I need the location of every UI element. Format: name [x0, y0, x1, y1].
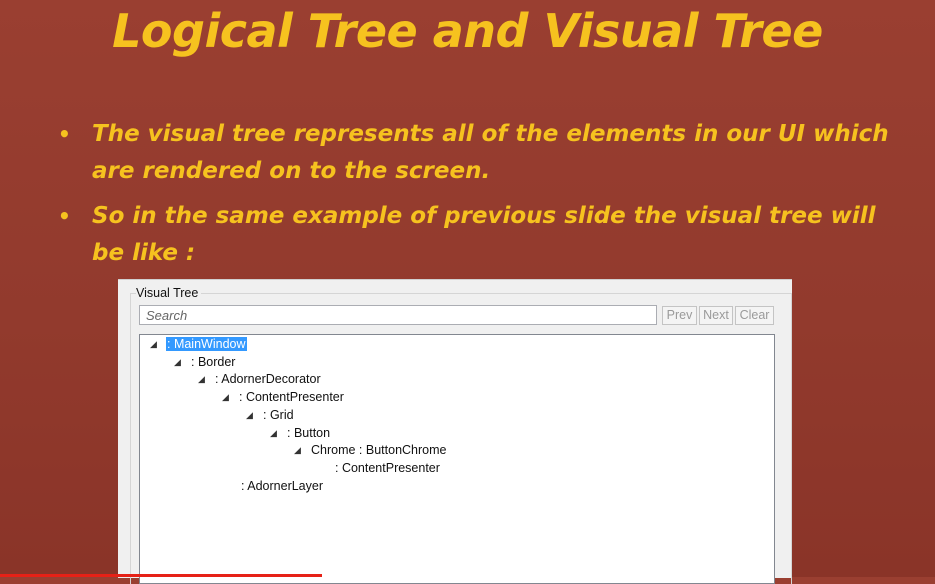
tree-node-button[interactable]: ◢ : Button: [268, 424, 331, 442]
tree-node-contentpresenter[interactable]: ◢ : ContentPresenter: [220, 388, 345, 406]
tree-node-label: : AdornerLayer: [241, 479, 323, 493]
expanded-triangle-icon[interactable]: ◢: [270, 424, 277, 442]
bullet-item: • So in the same example of previous sli…: [56, 198, 896, 272]
prev-button[interactable]: Prev: [662, 306, 697, 325]
bullet-text: The visual tree represents all of the el…: [92, 121, 889, 184]
bullet-text: So in the same example of previous slide…: [92, 203, 876, 266]
tree-node-label: : MainWindow: [166, 337, 247, 351]
bullet-item: • The visual tree represents all of the …: [56, 116, 896, 190]
tree-node-label: : AdornerDecorator: [215, 372, 321, 386]
tree-node-contentpresenter-inner[interactable]: : ContentPresenter: [322, 459, 441, 477]
expanded-triangle-icon[interactable]: ◢: [174, 353, 181, 371]
tree-node-label: : Button: [287, 426, 331, 440]
bullet-dot-icon: •: [58, 122, 71, 146]
tree-node-mainwindow[interactable]: ◢ : MainWindow: [148, 335, 247, 353]
tree-node-adornerdecorator[interactable]: ◢ : AdornerDecorator: [196, 370, 322, 388]
next-button[interactable]: Next: [699, 306, 733, 325]
expanded-triangle-icon[interactable]: ◢: [150, 335, 157, 353]
tree-node-buttonchrome[interactable]: ◢ Chrome : ButtonChrome: [292, 441, 447, 459]
tree-node-label: Chrome : ButtonChrome: [311, 443, 447, 457]
tree-node-grid[interactable]: ◢ : Grid: [244, 406, 295, 424]
bullet-dot-icon: •: [58, 204, 71, 228]
tree-node-label: : Grid: [263, 408, 294, 422]
bullet-list: • The visual tree represents all of the …: [56, 116, 896, 280]
tree-node-label: : ContentPresenter: [239, 390, 344, 404]
clear-button[interactable]: Clear: [735, 306, 774, 325]
visual-tree-panel: Visual Tree Prev Next Clear ◢ : MainWind…: [118, 279, 792, 584]
search-input[interactable]: [139, 305, 657, 325]
expanded-triangle-icon[interactable]: ◢: [222, 388, 229, 406]
expanded-triangle-icon[interactable]: ◢: [198, 370, 205, 388]
visual-tree-view[interactable]: ◢ : MainWindow ◢ : Border ◢ : AdornerDec…: [139, 334, 775, 584]
tree-node-label: : ContentPresenter: [335, 461, 440, 475]
expanded-triangle-icon[interactable]: ◢: [246, 406, 253, 424]
tree-node-label: : Border: [191, 355, 236, 369]
group-box-label: Visual Tree: [136, 286, 202, 300]
tree-node-adornerlayer[interactable]: : AdornerLayer: [228, 477, 324, 495]
tree-node-border[interactable]: ◢ : Border: [172, 353, 236, 371]
expanded-triangle-icon[interactable]: ◢: [294, 441, 301, 459]
slide-title: Logical Tree and Visual Tree: [112, 4, 823, 58]
